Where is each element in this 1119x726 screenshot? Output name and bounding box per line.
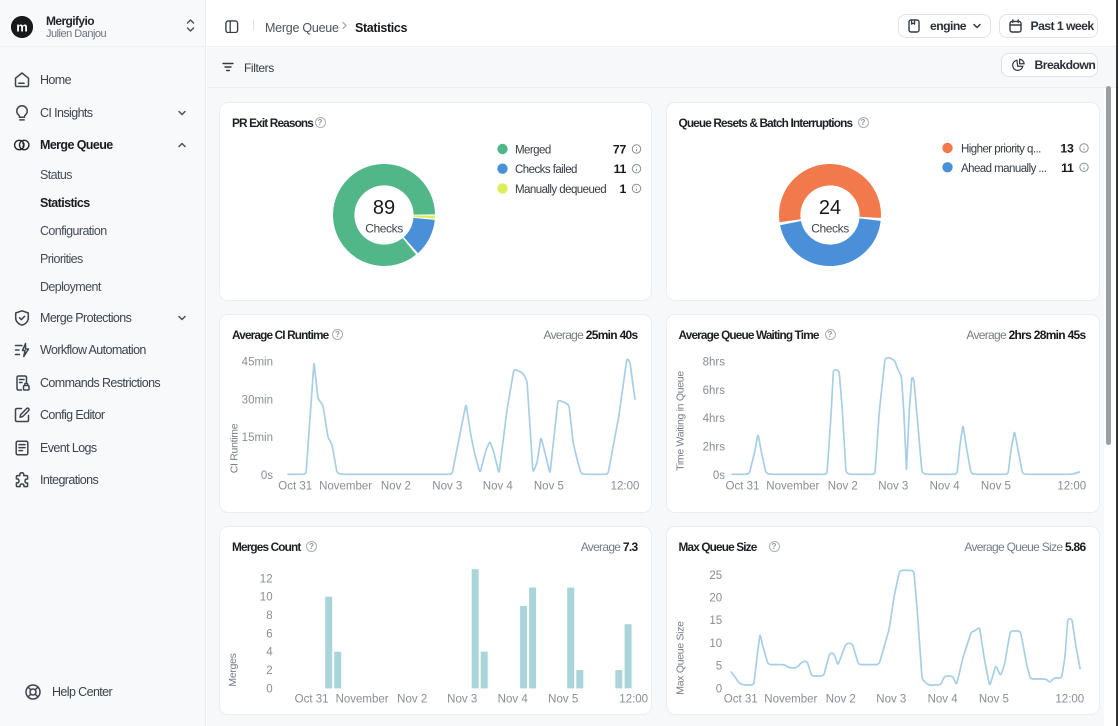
svg-text:Higher priority q...: Higher priority q... <box>961 144 1041 156</box>
svg-text:Checks: Checks <box>811 222 849 236</box>
svg-text:89: 89 <box>373 197 395 219</box>
svg-text:0s: 0s <box>712 470 724 482</box>
svg-text:0: 0 <box>715 683 721 695</box>
svg-text:15: 15 <box>709 615 722 627</box>
svg-text:10: 10 <box>709 638 722 650</box>
svg-text:CI Runtime: CI Runtime <box>229 423 241 473</box>
svg-text:15min: 15min <box>242 432 273 444</box>
svg-text:Nov 5: Nov 5 <box>978 693 1008 705</box>
svg-text:4hrs: 4hrs <box>702 413 725 425</box>
svg-text:5: 5 <box>715 661 721 673</box>
svg-text:2hrs: 2hrs <box>702 442 725 454</box>
svg-text:Nov 2: Nov 2 <box>397 693 427 705</box>
svg-text:Manually dequeued: Manually dequeued <box>515 184 606 196</box>
svg-text:25: 25 <box>709 570 722 582</box>
svg-text:Nov 2: Nov 2 <box>827 481 857 493</box>
svg-text:Nov 4: Nov 4 <box>498 693 529 705</box>
svg-text:12:00: 12:00 <box>619 693 648 705</box>
svg-text:Nov 3: Nov 3 <box>876 693 906 705</box>
svg-text:November: November <box>319 481 372 493</box>
svg-text:24: 24 <box>818 197 840 219</box>
svg-text:6: 6 <box>266 628 272 640</box>
svg-text:Nov 4: Nov 4 <box>929 481 960 493</box>
svg-text:0s: 0s <box>261 470 273 482</box>
svg-text:Oct 31: Oct 31 <box>725 481 759 493</box>
svg-text:30min: 30min <box>242 394 273 406</box>
svg-text:2: 2 <box>266 665 272 677</box>
svg-text:Nov 5: Nov 5 <box>548 693 578 705</box>
svg-text:0: 0 <box>266 683 272 695</box>
svg-text:m: m <box>16 20 28 35</box>
svg-text:Nov 3: Nov 3 <box>432 481 462 493</box>
svg-text:6hrs: 6hrs <box>702 385 725 397</box>
svg-text:4: 4 <box>266 647 273 659</box>
svg-text:Nov 5: Nov 5 <box>980 481 1010 493</box>
svg-text:11: 11 <box>1061 161 1074 175</box>
svg-text:Nov 5: Nov 5 <box>534 481 564 493</box>
svg-text:45min: 45min <box>242 357 273 369</box>
svg-text:November: November <box>764 693 817 705</box>
svg-text:12:00: 12:00 <box>1055 693 1084 705</box>
svg-text:20: 20 <box>709 593 722 605</box>
svg-text:13: 13 <box>1060 142 1074 156</box>
svg-text:Nov 3: Nov 3 <box>878 481 908 493</box>
svg-text:Checks failed: Checks failed <box>515 164 577 176</box>
svg-text:Nov 2: Nov 2 <box>825 693 855 705</box>
svg-text:November: November <box>766 481 819 493</box>
svg-text:Oct 31: Oct 31 <box>295 693 329 705</box>
svg-text:Max Queue Size: Max Queue Size <box>674 621 686 695</box>
svg-text:12:00: 12:00 <box>1057 481 1086 493</box>
svg-text:Checks: Checks <box>365 222 403 236</box>
svg-text:Merges: Merges <box>227 653 239 686</box>
svg-text:Oct 31: Oct 31 <box>278 481 312 493</box>
svg-text:12: 12 <box>260 573 273 585</box>
svg-text:Time Waiting in Queue: Time Waiting in Queue <box>674 371 686 471</box>
svg-text:1: 1 <box>619 182 626 196</box>
svg-text:8: 8 <box>266 610 272 622</box>
svg-text:Nov 4: Nov 4 <box>483 481 514 493</box>
svg-text:10: 10 <box>260 592 273 604</box>
svg-text:11: 11 <box>614 162 627 176</box>
svg-text:8hrs: 8hrs <box>702 356 725 368</box>
svg-text:Nov 4: Nov 4 <box>927 693 958 705</box>
svg-text:Nov 2: Nov 2 <box>381 481 411 493</box>
svg-text:November: November <box>336 693 389 705</box>
svg-text:Merged: Merged <box>515 145 551 157</box>
svg-text:77: 77 <box>613 143 627 157</box>
svg-text:Oct 31: Oct 31 <box>723 693 757 705</box>
svg-text:12:00: 12:00 <box>611 481 640 493</box>
svg-text:Nov 3: Nov 3 <box>447 693 477 705</box>
svg-text:Ahead manually ...: Ahead manually ... <box>961 163 1047 175</box>
